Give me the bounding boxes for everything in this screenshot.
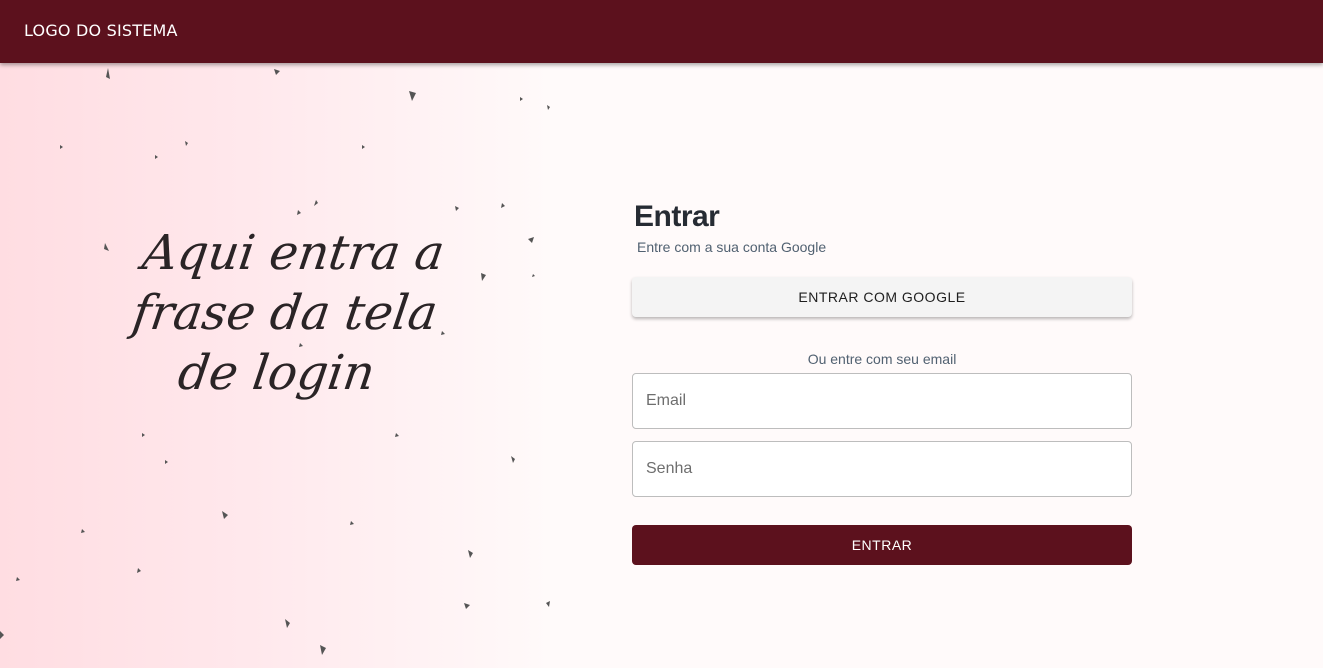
system-logo[interactable]: LOGO DO SISTEMA [24, 21, 178, 40]
form-subtitle: Entre com a sua conta Google [637, 239, 827, 255]
password-field[interactable] [632, 441, 1132, 497]
google-login-button[interactable]: ENTRAR COM GOOGLE [632, 277, 1132, 317]
form-title: Entrar [634, 200, 720, 233]
email-field[interactable] [632, 373, 1132, 429]
submit-button[interactable]: ENTRAR [632, 525, 1132, 565]
top-app-bar: LOGO DO SISTEMA [0, 0, 1323, 63]
login-phrase: Aqui entra a frase da tela de login [129, 225, 448, 401]
alternative-login-label: Ou entre com seu email [807, 351, 957, 367]
hero-panel: Aqui entra a frase da tela de login [0, 63, 552, 668]
